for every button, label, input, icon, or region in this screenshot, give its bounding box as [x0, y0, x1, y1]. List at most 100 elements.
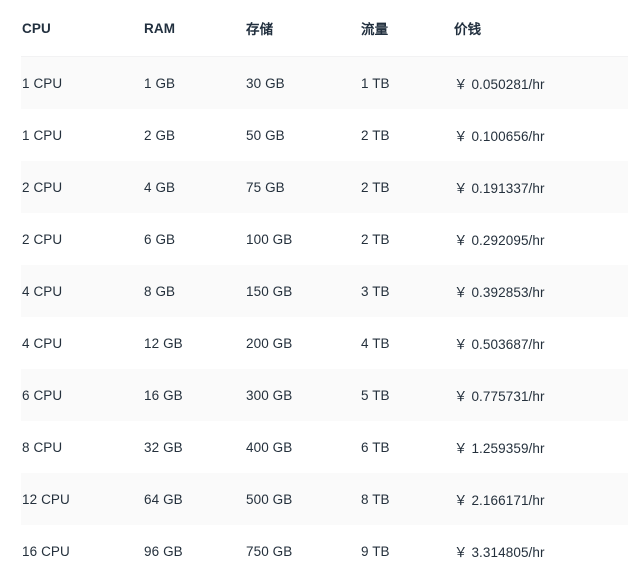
table-row[interactable]: 16 CPU 96 GB 750 GB 9 TB ￥ 3.314805/hr — [21, 525, 628, 577]
cell-value: ￥ 0.100656/hr — [454, 129, 545, 144]
table-row[interactable]: 8 CPU 32 GB 400 GB 6 TB ￥ 1.259359/hr — [21, 421, 628, 473]
cell-value: 1 CPU — [22, 127, 63, 143]
cell-storage: 400 GB — [245, 421, 360, 473]
cell-value: 2 TB — [361, 231, 390, 247]
cell-storage: 100 GB — [245, 213, 360, 265]
cell-value: 16 GB — [144, 387, 183, 403]
cell-traffic: 2 TB — [360, 161, 453, 213]
cell-value: 12 CPU — [22, 491, 70, 507]
vps-pricing-table: CPU RAM 存储 流量 价钱 1 CPU 1 GB 30 GB 1 TB ￥ 0.05028… — [21, 0, 628, 577]
cell-price: ￥ 0.775731/hr — [453, 369, 628, 421]
cell-ram: 16 GB — [143, 369, 245, 421]
cell-traffic: 6 TB — [360, 421, 453, 473]
cell-storage: 75 GB — [245, 161, 360, 213]
cell-ram: 6 GB — [143, 213, 245, 265]
cell-value: 8 GB — [144, 283, 176, 299]
cell-value: 4 GB — [144, 179, 176, 195]
cell-ram: 4 GB — [143, 161, 245, 213]
cell-value: ￥ 0.050281/hr — [454, 77, 545, 92]
cell-price: ￥ 0.100656/hr — [453, 109, 628, 161]
cell-value: 9 TB — [361, 543, 390, 559]
table-row[interactable]: 1 CPU 1 GB 30 GB 1 TB ￥ 0.050281/hr — [21, 56, 628, 109]
cell-ram: 96 GB — [143, 525, 245, 577]
table-row[interactable]: 12 CPU 64 GB 500 GB 8 TB ￥ 2.166171/hr — [21, 473, 628, 525]
column-header-ram: RAM — [143, 0, 245, 57]
table-header-row: CPU RAM 存储 流量 价钱 — [21, 0, 628, 57]
cell-traffic: 8 TB — [360, 473, 453, 525]
cell-value: 12 GB — [144, 335, 183, 351]
cell-value: 16 CPU — [22, 543, 70, 559]
cell-traffic: 9 TB — [360, 525, 453, 577]
cell-value: 6 TB — [361, 439, 390, 455]
column-header-storage: 存储 — [245, 0, 360, 57]
cell-storage: 750 GB — [245, 525, 360, 577]
cell-value: 150 GB — [246, 283, 293, 299]
cell-value: 5 TB — [361, 387, 390, 403]
cell-cpu: 2 CPU — [21, 161, 143, 213]
cell-cpu: 1 CPU — [21, 56, 143, 109]
cell-cpu: 4 CPU — [21, 317, 143, 369]
cell-value: 2 TB — [361, 127, 390, 143]
cell-value: ￥ 1.259359/hr — [454, 441, 545, 456]
cell-value: 400 GB — [246, 439, 293, 455]
cell-traffic: 1 TB — [360, 56, 453, 109]
cell-cpu: 6 CPU — [21, 369, 143, 421]
cell-storage: 50 GB — [245, 109, 360, 161]
cell-cpu: 1 CPU — [21, 109, 143, 161]
cell-ram: 2 GB — [143, 109, 245, 161]
cell-price: ￥ 2.166171/hr — [453, 473, 628, 525]
cell-storage: 200 GB — [245, 317, 360, 369]
cell-value: 30 GB — [246, 75, 285, 91]
column-header-price: 价钱 — [453, 0, 628, 57]
cell-storage: 150 GB — [245, 265, 360, 317]
cell-cpu: 16 CPU — [21, 525, 143, 577]
table-row[interactable]: 1 CPU 2 GB 50 GB 2 TB ￥ 0.100656/hr — [21, 109, 628, 161]
cell-value: 50 GB — [246, 127, 285, 143]
cell-traffic: 2 TB — [360, 213, 453, 265]
cell-storage: 30 GB — [245, 56, 360, 109]
cell-value: 4 CPU — [22, 335, 63, 351]
cell-value: ￥ 0.292095/hr — [454, 233, 545, 248]
cell-value: ￥ 0.191337/hr — [454, 181, 545, 196]
cell-ram: 32 GB — [143, 421, 245, 473]
table-row[interactable]: 2 CPU 6 GB 100 GB 2 TB ￥ 0.292095/hr — [21, 213, 628, 265]
cell-value: 3 TB — [361, 283, 390, 299]
cell-value: 96 GB — [144, 543, 183, 559]
table-row[interactable]: 2 CPU 4 GB 75 GB 2 TB ￥ 0.191337/hr — [21, 161, 628, 213]
cell-value: ￥ 0.503687/hr — [454, 337, 545, 352]
cell-price: ￥ 3.314805/hr — [453, 525, 628, 577]
cell-value: 1 GB — [144, 75, 176, 91]
cell-traffic: 4 TB — [360, 317, 453, 369]
cell-value: 1 TB — [361, 75, 390, 91]
table-row[interactable]: 4 CPU 8 GB 150 GB 3 TB ￥ 0.392853/hr — [21, 265, 628, 317]
cell-traffic: 5 TB — [360, 369, 453, 421]
cell-value: 8 CPU — [22, 439, 63, 455]
cell-value: 32 GB — [144, 439, 183, 455]
cell-value: ￥ 0.392853/hr — [454, 285, 545, 300]
cell-traffic: 2 TB — [360, 109, 453, 161]
pricing-table-container: CPU RAM 存储 流量 价钱 1 CPU 1 GB 30 GB 1 TB ￥ 0.05028… — [0, 0, 628, 585]
column-header-label: 流量 — [361, 22, 389, 37]
cell-value: 8 TB — [361, 491, 390, 507]
table-header: CPU RAM 存储 流量 价钱 — [21, 0, 628, 57]
cell-value: 2 CPU — [22, 179, 63, 195]
cell-value: 75 GB — [246, 179, 285, 195]
cell-value: ￥ 3.314805/hr — [454, 545, 545, 560]
cell-cpu: 8 CPU — [21, 421, 143, 473]
cell-value: ￥ 2.166171/hr — [454, 493, 545, 508]
cell-storage: 300 GB — [245, 369, 360, 421]
cell-ram: 64 GB — [143, 473, 245, 525]
table-row[interactable]: 4 CPU 12 GB 200 GB 4 TB ￥ 0.503687/hr — [21, 317, 628, 369]
cell-value: 100 GB — [246, 231, 293, 247]
cell-value: 500 GB — [246, 491, 293, 507]
column-header-label: 存储 — [246, 22, 274, 37]
table-row[interactable]: 6 CPU 16 GB 300 GB 5 TB ￥ 0.775731/hr — [21, 369, 628, 421]
cell-price: ￥ 0.191337/hr — [453, 161, 628, 213]
cell-price: ￥ 0.503687/hr — [453, 317, 628, 369]
cell-value: ￥ 0.775731/hr — [454, 389, 545, 404]
cell-value: 6 GB — [144, 231, 176, 247]
column-header-traffic: 流量 — [360, 0, 453, 57]
cell-price: ￥ 1.259359/hr — [453, 421, 628, 473]
cell-value: 750 GB — [246, 543, 293, 559]
cell-storage: 500 GB — [245, 473, 360, 525]
